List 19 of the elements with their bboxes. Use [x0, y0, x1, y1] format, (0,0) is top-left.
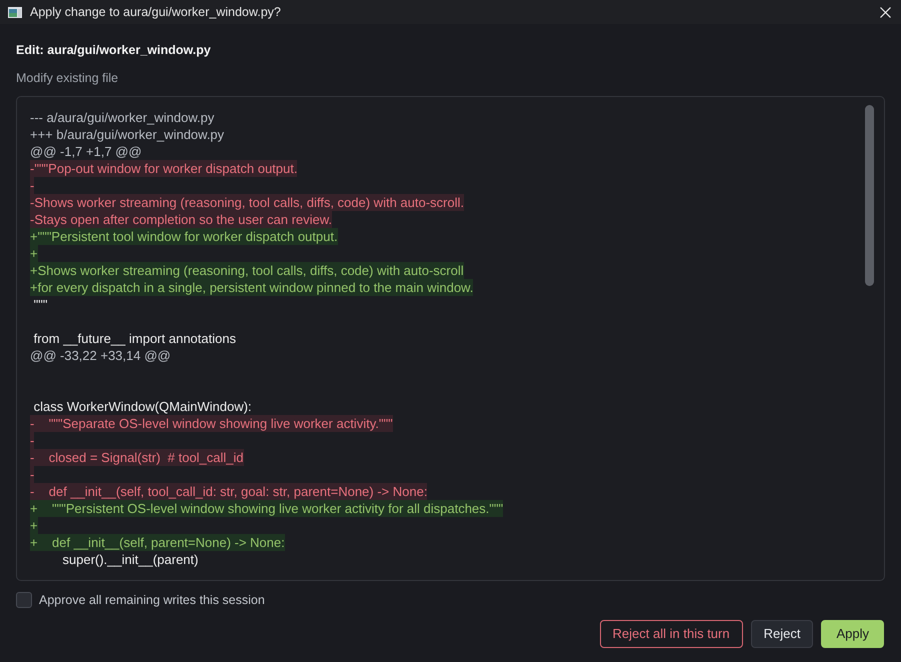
- reject-all-button[interactable]: Reject all in this turn: [600, 620, 743, 648]
- checkbox-label: Approve all remaining writes this session: [39, 592, 265, 609]
- diff-line: @@ -1,7 +1,7 @@: [30, 143, 142, 160]
- diff-line: """: [32, 296, 48, 313]
- diff-line: class WorkerWindow(QMainWindow):: [32, 398, 252, 415]
- diff-line: from __future__ import annotations: [32, 330, 236, 347]
- dialog-subheading: Modify existing file: [16, 70, 120, 87]
- reject-button[interactable]: Reject: [750, 620, 814, 648]
- close-icon[interactable]: [880, 6, 891, 18]
- window-title: Apply change to aura/gui/worker_window.py?: [30, 4, 281, 21]
- app-window-icon: [8, 6, 22, 18]
- dialog-heading: Edit: aura/gui/worker_window.py: [16, 42, 212, 59]
- diff-line: +++ b/aura/gui/worker_window.py: [30, 126, 224, 143]
- diff-line: super().__init__(parent): [62, 551, 198, 568]
- scrollbar-thumb[interactable]: [865, 105, 874, 286]
- diff-line: @@ -33,22 +33,14 @@: [30, 347, 171, 364]
- apply-button[interactable]: Apply: [821, 620, 884, 648]
- diff-line: --- a/aura/gui/worker_window.py: [30, 109, 214, 126]
- checkbox[interactable]: [16, 592, 32, 608]
